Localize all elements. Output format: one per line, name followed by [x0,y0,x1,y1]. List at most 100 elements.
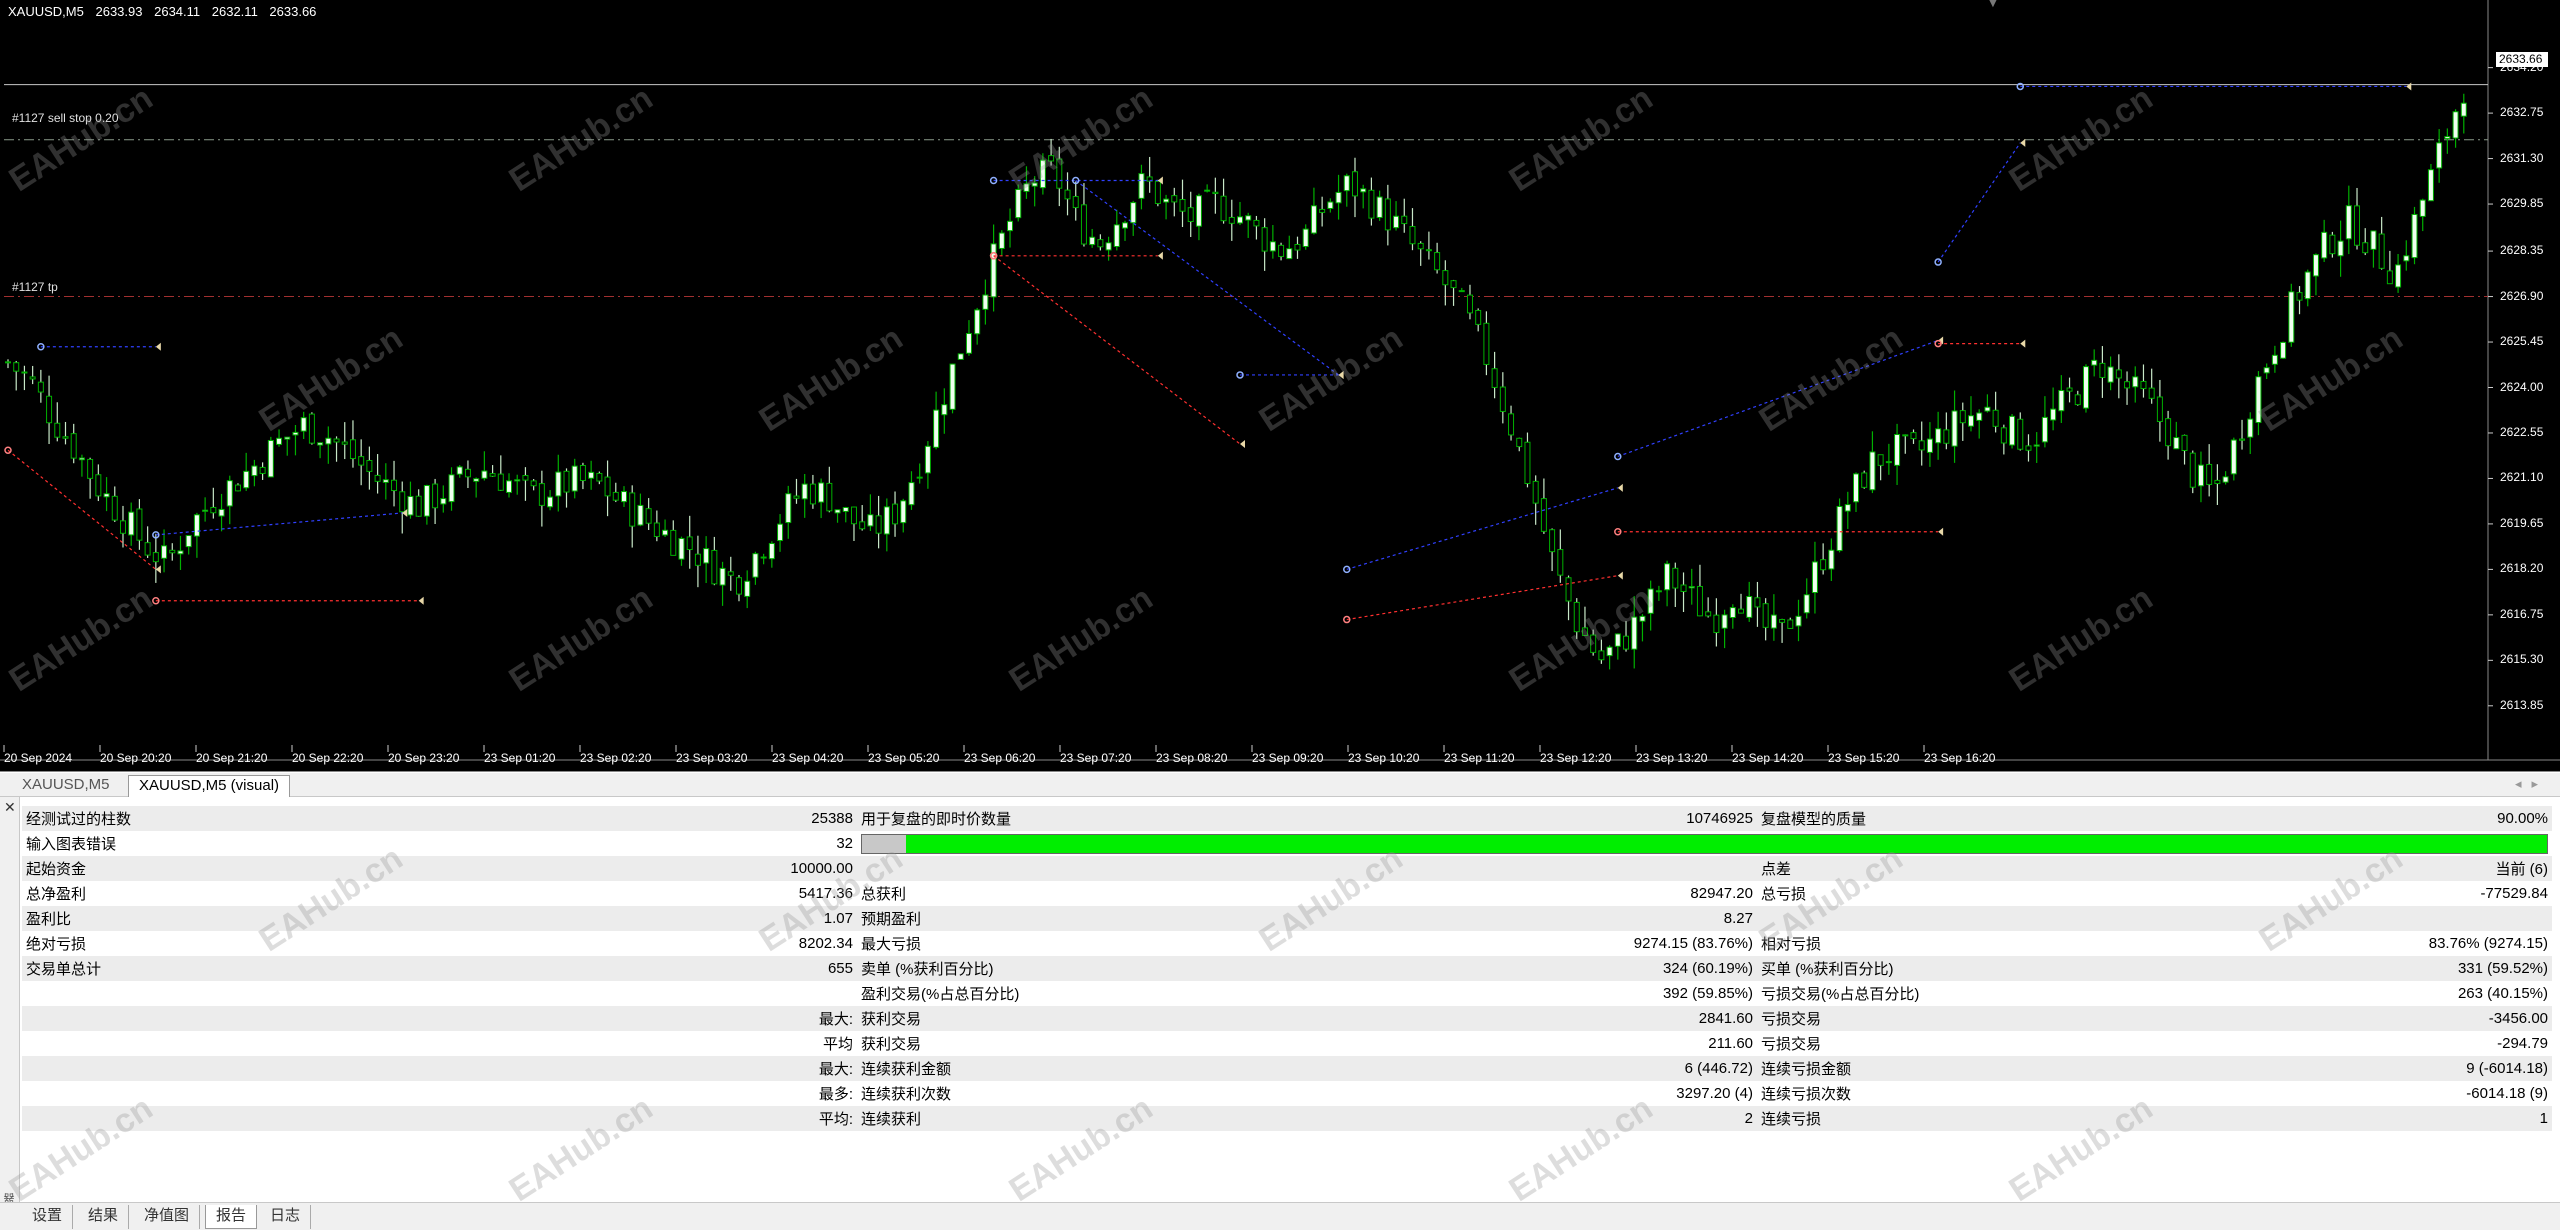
time-tick: 20 Sep 2024 [4,751,73,765]
candle [653,510,660,542]
chart-canvas[interactable] [0,0,2560,772]
candle [768,541,775,568]
candle [941,388,948,434]
candle [1007,208,1014,248]
tab-report[interactable]: 报告 [205,1205,258,1229]
candle [2148,368,2155,404]
chart-shift-icon[interactable]: ▼ [1986,0,2000,10]
report-cell-c3: 连续获利金额 [857,1056,1187,1081]
candle [1729,604,1736,629]
report-cell-c1: 总净盈利 [22,881,322,906]
candle [2280,341,2287,359]
candle [489,465,496,477]
candle [2403,240,2410,271]
trade-line [152,508,408,539]
candle [1351,157,1358,218]
candle [1080,183,1087,247]
candle [1803,578,1810,619]
candle [1458,287,1465,293]
candle [1056,146,1063,207]
report-cell-c1 [22,1081,322,1106]
candle [1787,617,1794,629]
tab-results[interactable]: 结果 [78,1205,130,1229]
tab-nav: ◂▸ [2515,776,2548,792]
candle [234,483,241,492]
tab-equity-graph[interactable]: 净值图 [134,1205,201,1229]
candle [1672,562,1679,607]
candle [1466,284,1473,320]
candle [415,489,422,517]
candle [2173,421,2180,450]
candle [1113,209,1120,251]
time-tick: 23 Sep 03:20 [676,751,748,765]
tab-settings[interactable]: 设置 [22,1205,74,1229]
candle [2222,471,2229,485]
candle [711,536,718,586]
candle [990,224,997,312]
report-cell-c4: 9274.15 (83.76%) [1187,931,1757,956]
candle [2395,254,2402,293]
time-tick: 23 Sep 02:20 [580,751,652,765]
candle [2321,219,2328,262]
candle [1959,402,1966,441]
candle [440,485,447,513]
price-chart[interactable]: XAUUSD,M5 2633.93 2634.11 2632.11 2633.6… [0,0,2560,772]
price-tick: 2631.30 [2500,150,2544,165]
candle [95,464,102,502]
tab-journal[interactable]: 日志 [260,1205,312,1229]
tab-xauusd-m5-visual[interactable]: XAUUSD,M5 (visual) [128,775,291,797]
candle [744,570,751,609]
time-tick: 20 Sep 20:20 [100,751,172,765]
candle [1417,241,1424,266]
trade-line [989,252,1245,448]
close-icon[interactable]: ✕ [4,799,16,816]
tab-prev-icon[interactable]: ◂ [2515,776,2532,791]
tester-tabs: 设置 结果 净值图 报告 日志 [0,1202,2560,1230]
candle [1877,454,1884,481]
price-tick: 2624.00 [2500,379,2544,394]
candle [579,462,586,490]
candle [1935,411,1942,460]
report-cell-c1: 交易单总计 [22,956,322,981]
trade-line [1236,370,1344,379]
report-cell-c6: 当前 (6) [2077,856,2552,881]
tab-next-icon[interactable]: ▸ [2531,776,2548,791]
candle [111,486,118,523]
candle [1015,184,1022,222]
candle [251,459,258,487]
candle [1918,421,1925,466]
report-row: 最大: 获利交易 2841.60 亏损交易 -3456.00 [22,1006,2552,1031]
candle [1146,156,1153,193]
candle [78,454,85,477]
candle [2206,444,2213,497]
candle [645,498,652,531]
report-cell-c5: 亏损交易 [1757,1006,2077,1031]
trade-line [1934,138,2026,266]
candle [629,485,636,548]
candle [1951,390,1958,463]
candle [144,526,151,558]
candle [924,441,931,489]
candle [391,460,398,507]
candle [2419,198,2426,232]
price-tick: 2632.75 [2500,105,2544,120]
trade-line [1343,483,1623,574]
candle [2099,346,2106,398]
sell-stop-label: #1127 sell stop 0.20 [12,111,119,125]
tab-xauusd-m5[interactable]: XAUUSD,M5 [12,775,120,797]
candle [366,446,373,490]
candle [1820,543,1827,575]
candle [1072,181,1079,221]
candle [998,230,1005,256]
candle [875,495,882,549]
modeling-quality-bar [861,833,2548,854]
candle [2181,434,2188,465]
report-cell-c3: 连续获利次数 [857,1081,1187,1106]
time-tick: 23 Sep 06:20 [964,751,1036,765]
candle [1269,225,1276,259]
price-tick: 2626.90 [2500,288,2544,303]
candle [1647,580,1654,631]
candle [703,536,710,584]
candle [2214,464,2221,505]
candle [1130,200,1137,236]
